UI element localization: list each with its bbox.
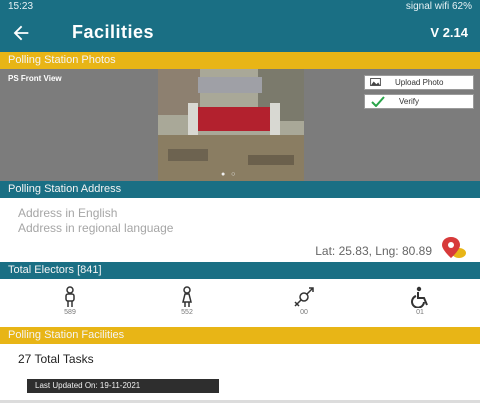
verify-button[interactable]: Verify <box>364 94 474 109</box>
third-gender-icon <box>294 287 314 307</box>
polling-station-photo[interactable]: ● ○ <box>158 69 304 181</box>
photos-section-title: Polling Station Photos <box>8 54 116 66</box>
photos-section-header: Polling Station Photos <box>0 52 480 69</box>
electors-section-title: Total Electors [841] <box>8 264 102 276</box>
lat-lng-text: Lat: 25.83, Lng: 80.89 <box>315 244 432 258</box>
electors-row: 589 552 00 01 <box>0 282 480 322</box>
upload-photo-label: Upload Photo <box>395 78 444 87</box>
carousel-dots[interactable]: ● ○ <box>221 171 237 178</box>
status-bar: 15:23 signal wifi 62% <box>0 0 480 14</box>
elector-pwd: 01 <box>390 282 450 322</box>
photo-caption: PS Front View <box>8 74 62 83</box>
last-updated-badge: Last Updated On: 19-11-2021 <box>27 379 219 393</box>
status-icons: signal wifi 62% <box>405 1 472 12</box>
electors-section-header: Total Electors [841] <box>0 262 480 279</box>
checkmark-icon <box>371 96 385 107</box>
facilities-section-title: Polling Station Facilities <box>8 329 125 341</box>
elector-female: 552 <box>157 282 217 322</box>
elector-third-gender-count: 00 <box>300 309 308 316</box>
page-title: Facilities <box>72 22 155 42</box>
elector-pwd-count: 01 <box>416 309 424 316</box>
elector-male-count: 589 <box>64 309 76 316</box>
back-arrow-icon[interactable] <box>10 22 32 44</box>
upload-photo-button[interactable]: Upload Photo <box>364 75 474 90</box>
photo-icon <box>370 78 381 86</box>
location-pin-icon[interactable] <box>440 236 468 260</box>
wheelchair-icon <box>411 286 428 308</box>
address-english-field[interactable]: Address in English <box>18 206 117 220</box>
elector-third-gender: 00 <box>274 282 334 322</box>
address-section-title: Polling Station Address <box>8 183 122 195</box>
photo-image <box>158 69 304 181</box>
address-regional-field[interactable]: Address in regional language <box>18 221 173 235</box>
female-icon <box>182 286 192 307</box>
version-label: V 2.14 <box>430 25 468 40</box>
address-section-header: Polling Station Address <box>0 181 480 198</box>
male-icon <box>65 286 75 307</box>
verify-label: Verify <box>399 97 420 106</box>
facilities-section-header: Polling Station Facilities <box>0 327 480 344</box>
total-tasks[interactable]: 27 Total Tasks <box>18 352 94 366</box>
elector-male: 589 <box>40 282 100 322</box>
last-updated-text: Last Updated On: 19-11-2021 <box>35 381 141 390</box>
status-time: 15:23 <box>8 1 34 12</box>
app-bar: Facilities V 2.14 <box>0 14 480 52</box>
elector-female-count: 552 <box>181 309 193 316</box>
photo-area: PS Front View ● ○ Upload Photo Verify <box>0 69 480 181</box>
divider <box>0 400 480 403</box>
